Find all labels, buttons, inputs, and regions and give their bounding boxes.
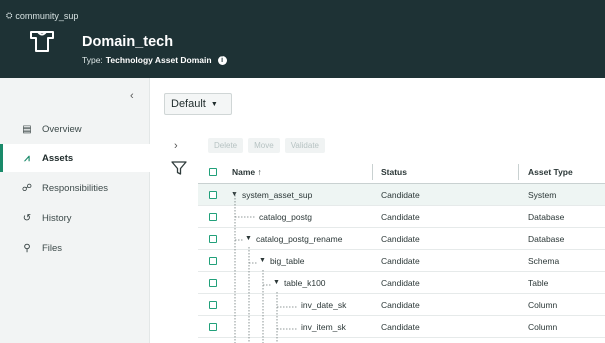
delete-button[interactable]: Delete: [208, 138, 244, 153]
asset-status: Candidate: [381, 321, 420, 332]
community-icon: ⛭: [6, 11, 13, 20]
asset-name-cell[interactable]: ▼ table_k100: [273, 272, 326, 293]
sidebar: ‹ ▤ Overview ⩘ Assets ☍ Responsibilities…: [0, 78, 150, 343]
expand-filter-icon[interactable]: ›: [174, 140, 178, 152]
responsibilities-icon: ☍: [21, 182, 33, 194]
asset-name-cell[interactable]: ▼ big_table: [259, 250, 304, 271]
sort-ascending-icon: ↑: [257, 166, 262, 177]
view-selector[interactable]: Default ▼: [164, 93, 232, 115]
sidebar-item-history[interactable]: ↺ History: [0, 204, 150, 232]
collapse-sidebar-icon[interactable]: ‹: [130, 90, 134, 102]
expand-caret-icon[interactable]: ▼: [259, 257, 266, 264]
overview-icon: ▤: [22, 123, 32, 135]
asset-toolbar: Delete Move Validate: [208, 138, 326, 153]
column-status[interactable]: Status: [381, 160, 407, 183]
assets-icon: ⩘: [24, 152, 30, 164]
asset-name-cell[interactable]: ▼ catalog_postg_rename: [245, 228, 342, 249]
asset-name[interactable]: inv_item_sk: [301, 322, 346, 332]
chevron-down-icon: ▼: [210, 100, 218, 108]
table-row[interactable]: ▼ catalog_postg_rename Candidate Database: [198, 228, 605, 250]
asset-status: Candidate: [381, 211, 420, 222]
sidebar-item-label: Responsibilities: [42, 182, 109, 194]
asset-type: Database: [528, 233, 565, 244]
row-checkbox[interactable]: [209, 257, 217, 265]
column-name-label: Name: [232, 166, 256, 177]
column-divider[interactable]: [372, 164, 373, 180]
validate-button[interactable]: Validate: [284, 138, 326, 153]
asset-name[interactable]: system_asset_sup: [242, 190, 312, 200]
sidebar-item-files[interactable]: ⚲ Files: [0, 234, 150, 262]
sidebar-item-label: Files: [42, 242, 63, 254]
asset-name-cell[interactable]: inv_date_sk: [301, 294, 346, 315]
expand-caret-icon[interactable]: ▼: [245, 235, 252, 242]
row-checkbox[interactable]: [209, 323, 217, 331]
row-checkbox[interactable]: [209, 301, 217, 309]
table-header: Name ↑ Status Asset Type: [198, 160, 605, 184]
asset-status: Candidate: [381, 255, 420, 266]
row-checkbox[interactable]: [209, 213, 217, 221]
view-selected: Default: [171, 98, 206, 110]
row-checkbox[interactable]: [209, 191, 217, 199]
asset-status: Candidate: [381, 189, 420, 200]
sidebar-item-label: Overview: [42, 123, 82, 135]
asset-type: Database: [528, 211, 565, 222]
row-checkbox[interactable]: [209, 279, 217, 287]
info-icon[interactable]: i: [217, 55, 227, 65]
asset-name-cell[interactable]: ▼ system_asset_sup: [231, 184, 312, 205]
table-row[interactable]: ▼ big_table Candidate Schema: [198, 250, 605, 272]
asset-type: Schema: [528, 255, 560, 266]
sidebar-item-responsibilities[interactable]: ☍ Responsibilities: [0, 174, 150, 202]
asset-type: Column: [528, 299, 558, 310]
column-name[interactable]: Name ↑: [232, 160, 262, 183]
table-row[interactable]: ▼ system_asset_sup Candidate System: [198, 184, 605, 206]
table-row[interactable]: inv_date_sk Candidate Column: [198, 294, 605, 316]
type-value: Technology Asset Domain: [105, 55, 212, 65]
asset-name[interactable]: big_table: [270, 256, 305, 266]
community-breadcrumb[interactable]: ⛭ community_sup: [6, 11, 78, 21]
history-icon: ↺: [22, 212, 32, 224]
assets-table: Name ↑ Status Asset Type ▼ system_asset_s…: [198, 160, 605, 338]
column-divider[interactable]: [518, 164, 519, 180]
page-title: Domain_tech: [82, 34, 174, 50]
asset-type: Table: [528, 277, 549, 288]
community-name[interactable]: community_sup: [15, 11, 78, 21]
table-row[interactable]: ▼ table_k100 Candidate Table: [198, 272, 605, 294]
move-button[interactable]: Move: [248, 138, 280, 153]
asset-name[interactable]: inv_date_sk: [301, 300, 346, 310]
asset-status: Candidate: [381, 277, 420, 288]
select-all-checkbox[interactable]: [209, 168, 217, 176]
asset-type: System: [528, 189, 557, 200]
asset-name-cell[interactable]: inv_item_sk: [301, 316, 346, 337]
asset-status: Candidate: [381, 233, 420, 244]
domain-header: ⛭ community_sup Domain_tech Type: Techno…: [0, 0, 605, 78]
sidebar-item-label: Assets: [42, 152, 74, 164]
column-asset-type[interactable]: Asset Type: [528, 160, 573, 183]
asset-type: Column: [528, 321, 558, 332]
domain-type: Type: Technology Asset Domain i: [82, 55, 227, 65]
asset-name[interactable]: table_k100: [284, 278, 326, 288]
asset-name-cell[interactable]: catalog_postg: [259, 206, 312, 227]
filter-icon[interactable]: [170, 159, 188, 177]
type-label: Type:: [82, 55, 103, 65]
expand-caret-icon[interactable]: ▼: [231, 191, 238, 198]
asset-status: Candidate: [381, 299, 420, 310]
row-checkbox[interactable]: [209, 235, 217, 243]
table-row[interactable]: catalog_postg Candidate Database: [198, 206, 605, 228]
paperclip-icon: ⚲: [23, 242, 31, 254]
asset-name[interactable]: catalog_postg: [259, 212, 312, 222]
sidebar-item-overview[interactable]: ▤ Overview: [0, 115, 150, 143]
asset-name[interactable]: catalog_postg_rename: [256, 234, 342, 244]
expand-caret-icon[interactable]: ▼: [273, 279, 280, 286]
sidebar-item-assets[interactable]: ⩘ Assets: [0, 144, 150, 172]
sidebar-item-label: History: [42, 212, 72, 224]
table-row[interactable]: inv_item_sk Candidate Column: [198, 316, 605, 338]
domain-icon: [30, 31, 54, 52]
